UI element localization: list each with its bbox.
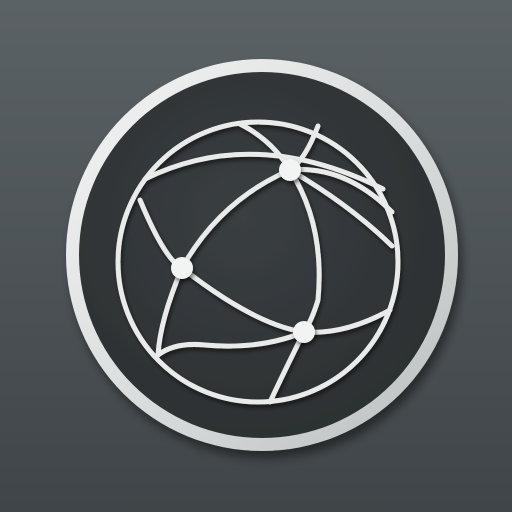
badge-face bbox=[79, 72, 445, 438]
node-dot bbox=[171, 257, 193, 279]
app-icon-canvas bbox=[0, 0, 512, 512]
node-dot bbox=[279, 159, 301, 181]
node-dot bbox=[293, 321, 315, 343]
